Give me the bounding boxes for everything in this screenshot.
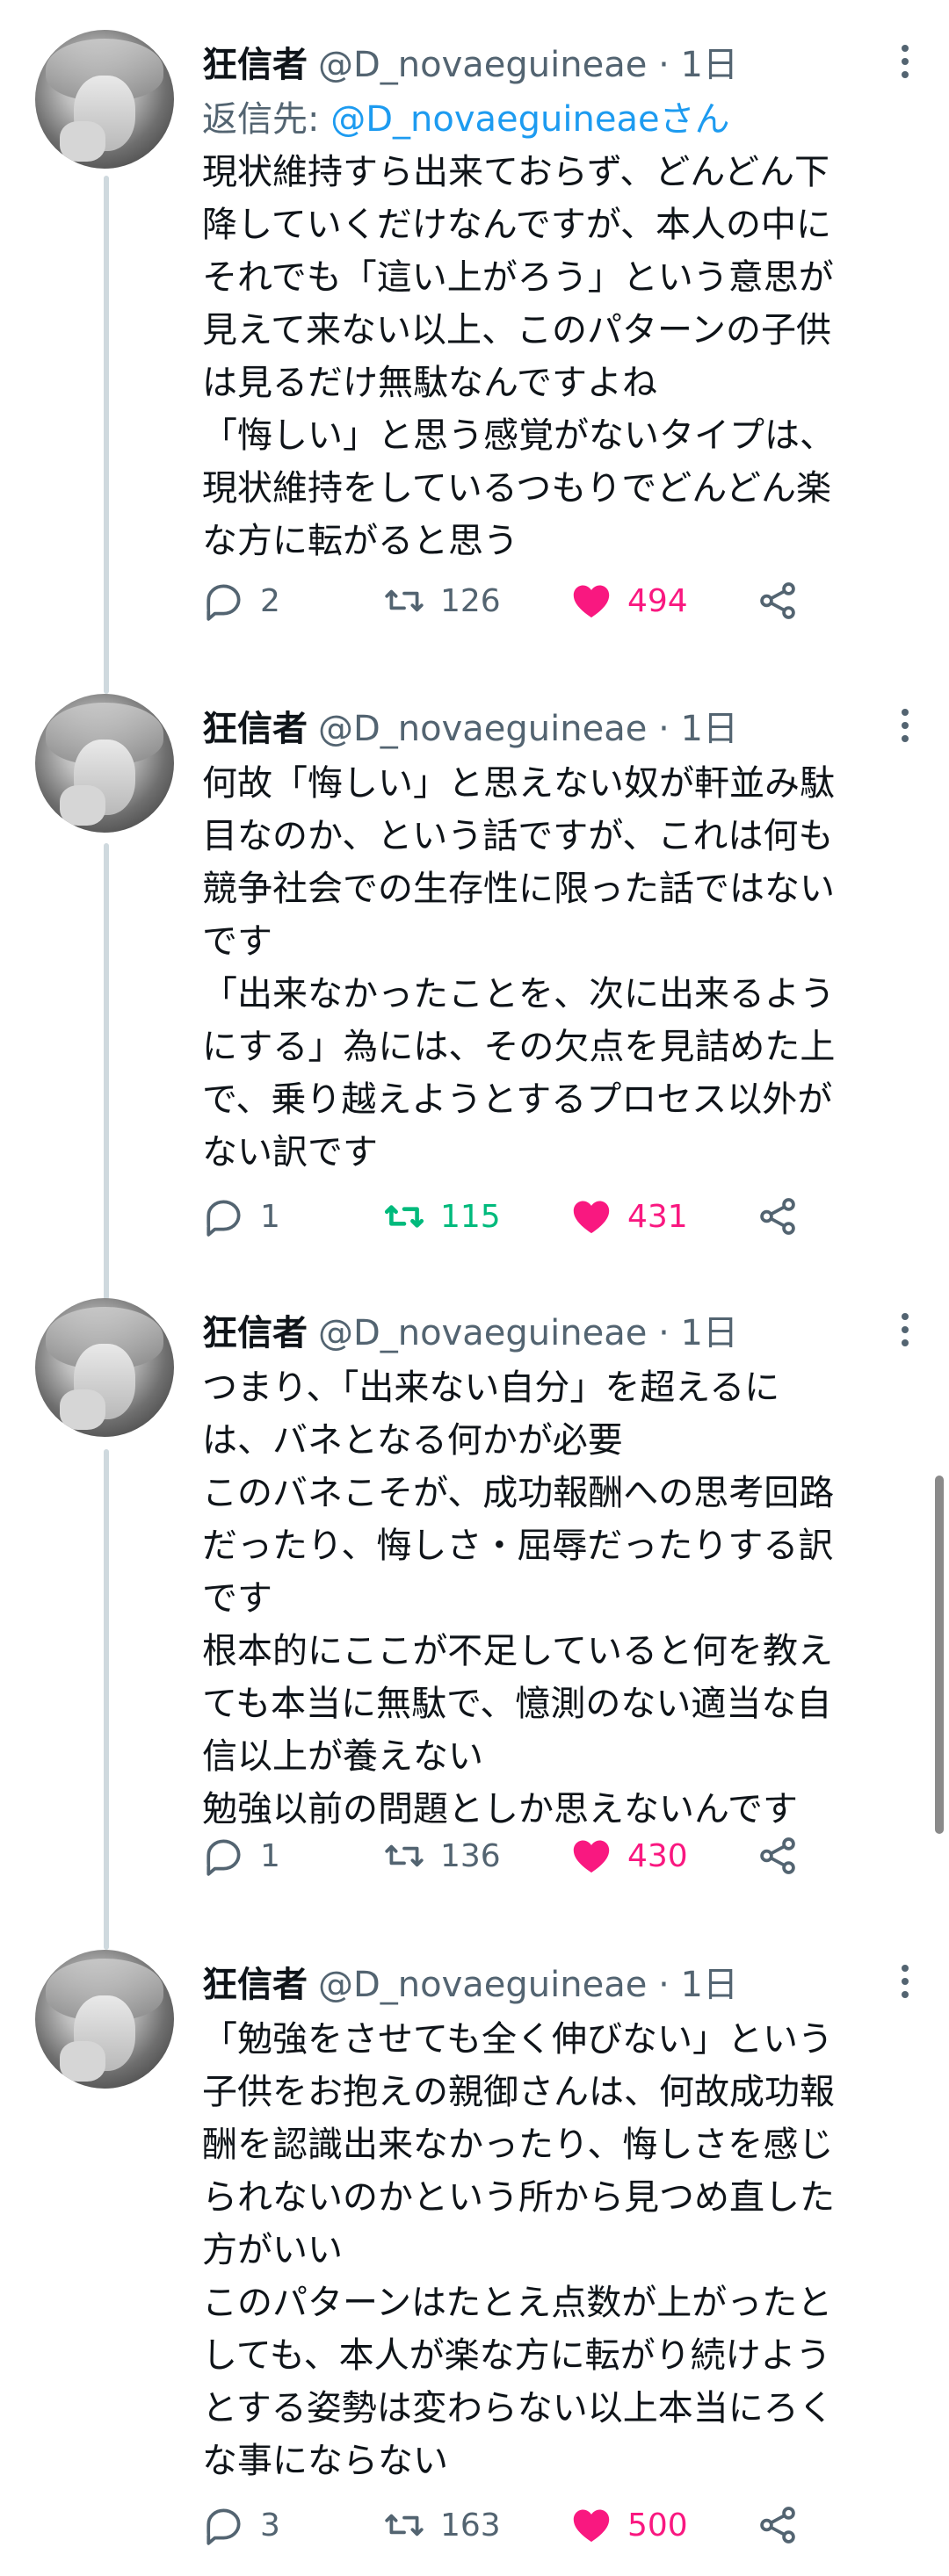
tweet-actions: 2 126 494 bbox=[202, 574, 923, 627]
share-button[interactable] bbox=[756, 1829, 800, 1882]
scrollbar[interactable] bbox=[935, 1476, 944, 1834]
tweet-text: 何故「悔しい」と思えない奴が軒並み駄 目なのか、という話ですが、これは何も 競争… bbox=[202, 763, 836, 1173]
tweet-header: 狂信者 @D_novaeguineae · 1日 bbox=[202, 1298, 923, 1361]
like-button[interactable]: 500 bbox=[569, 2499, 688, 2551]
reply-button[interactable]: 1 bbox=[202, 1190, 280, 1243]
retweet-button[interactable]: 115 bbox=[382, 1190, 501, 1243]
retweet-button[interactable]: 126 bbox=[382, 574, 501, 627]
tweet-actions: 1 136 430 bbox=[202, 1829, 923, 1882]
like-button[interactable]: 494 bbox=[569, 574, 688, 627]
handle-and-time[interactable]: @D_novaeguineae · 1日 bbox=[318, 1956, 738, 2007]
like-button[interactable]: 431 bbox=[569, 1190, 688, 1243]
retweet-count: 126 bbox=[440, 582, 501, 619]
tweet-header: 狂信者 @D_novaeguineae · 1日 bbox=[202, 694, 923, 757]
share-icon bbox=[760, 582, 795, 619]
retweet-icon bbox=[385, 1844, 424, 1867]
reply-count: 3 bbox=[260, 2507, 280, 2544]
more-options-icon[interactable] bbox=[887, 1303, 923, 1356]
tweet-text: 現状維持すら出来ておらず、どんどん下 降していくだけなんですが、本人の中に それ… bbox=[202, 152, 835, 561]
handle-and-time[interactable]: @D_novaeguineae · 1日 bbox=[318, 1304, 738, 1355]
reply-icon bbox=[206, 1200, 241, 1237]
share-icon bbox=[760, 1837, 795, 1874]
share-icon bbox=[760, 2507, 795, 2544]
display-name[interactable]: 狂信者 bbox=[202, 1956, 308, 2007]
reply-count: 1 bbox=[260, 1837, 280, 1874]
reply-icon bbox=[206, 1839, 241, 1876]
share-icon bbox=[760, 1198, 795, 1235]
tweet-actions: 3 163 500 bbox=[202, 2499, 923, 2551]
heart-icon bbox=[573, 1840, 610, 1873]
heart-icon bbox=[573, 585, 610, 618]
tweet-header: 狂信者 @D_novaeguineae · 1日 bbox=[202, 1950, 923, 2013]
avatar[interactable] bbox=[35, 694, 174, 833]
like-button[interactable]: 430 bbox=[569, 1829, 688, 1882]
retweet-icon bbox=[384, 1205, 424, 1228]
reply-to-link[interactable]: @D_novaeguineaeさん bbox=[330, 99, 729, 140]
tweet-header: 狂信者 @D_novaeguineae · 1日 bbox=[202, 30, 923, 93]
retweet-button[interactable]: 136 bbox=[382, 1829, 501, 1882]
like-count: 494 bbox=[627, 582, 688, 619]
heart-icon bbox=[573, 2509, 610, 2543]
reply-to: 返信先: @D_novaeguineaeさん bbox=[202, 93, 923, 146]
display-name[interactable]: 狂信者 bbox=[202, 36, 308, 87]
tweet[interactable]: 狂信者 @D_novaeguineae · 1日 何故「悔しい」と思えない奴が軒… bbox=[0, 694, 949, 1274]
reply-to-prefix: 返信先: bbox=[202, 99, 331, 140]
tweet[interactable]: 狂信者 @D_novaeguineae · 1日 返信先: @D_novaegu… bbox=[0, 30, 949, 653]
handle-and-time[interactable]: @D_novaeguineae · 1日 bbox=[318, 36, 738, 87]
retweet-count: 115 bbox=[440, 1198, 501, 1235]
more-options-icon[interactable] bbox=[887, 35, 923, 88]
share-button[interactable] bbox=[756, 2499, 800, 2551]
avatar[interactable] bbox=[35, 1298, 174, 1437]
like-count: 500 bbox=[627, 2507, 688, 2544]
share-button[interactable] bbox=[756, 574, 800, 627]
share-button[interactable] bbox=[756, 1190, 800, 1243]
reply-button[interactable]: 1 bbox=[202, 1829, 280, 1882]
heart-icon bbox=[573, 1201, 610, 1234]
retweet-count: 163 bbox=[440, 2507, 501, 2544]
display-name[interactable]: 狂信者 bbox=[202, 1304, 308, 1355]
tweet[interactable]: 狂信者 @D_novaeguineae · 1日 「勉強をさせても全く伸びない」… bbox=[0, 1950, 949, 2565]
tweet[interactable]: 狂信者 @D_novaeguineae · 1日 つまり、「出来ない自分」を超え… bbox=[0, 1298, 949, 1904]
reply-icon bbox=[206, 2508, 241, 2545]
handle-and-time[interactable]: @D_novaeguineae · 1日 bbox=[318, 700, 738, 751]
tweet-text: つまり、「出来ない自分」を超えるに は、バネとなる何かが必要 このバネこそが、成… bbox=[202, 1367, 835, 1829]
avatar[interactable] bbox=[35, 30, 174, 169]
retweet-icon bbox=[385, 2514, 424, 2536]
tweet-actions: 1 115 431 bbox=[202, 1190, 923, 1243]
reply-count: 1 bbox=[260, 1198, 280, 1235]
more-options-icon[interactable] bbox=[887, 1955, 923, 2008]
reply-count: 2 bbox=[260, 582, 280, 619]
retweet-icon bbox=[385, 589, 424, 612]
avatar[interactable] bbox=[35, 1950, 174, 2089]
like-count: 431 bbox=[627, 1198, 688, 1235]
tweet-text: 「勉強をさせても全く伸びない」という 子供をお抱えの親御さんは、何故成功報 酬を… bbox=[202, 2019, 835, 2481]
like-count: 430 bbox=[627, 1837, 688, 1874]
retweet-count: 136 bbox=[440, 1837, 501, 1874]
reply-button[interactable]: 3 bbox=[202, 2499, 280, 2551]
display-name[interactable]: 狂信者 bbox=[202, 700, 308, 751]
retweet-button[interactable]: 163 bbox=[382, 2499, 501, 2551]
more-options-icon[interactable] bbox=[887, 699, 923, 752]
reply-icon bbox=[206, 584, 241, 621]
reply-button[interactable]: 2 bbox=[202, 574, 280, 627]
